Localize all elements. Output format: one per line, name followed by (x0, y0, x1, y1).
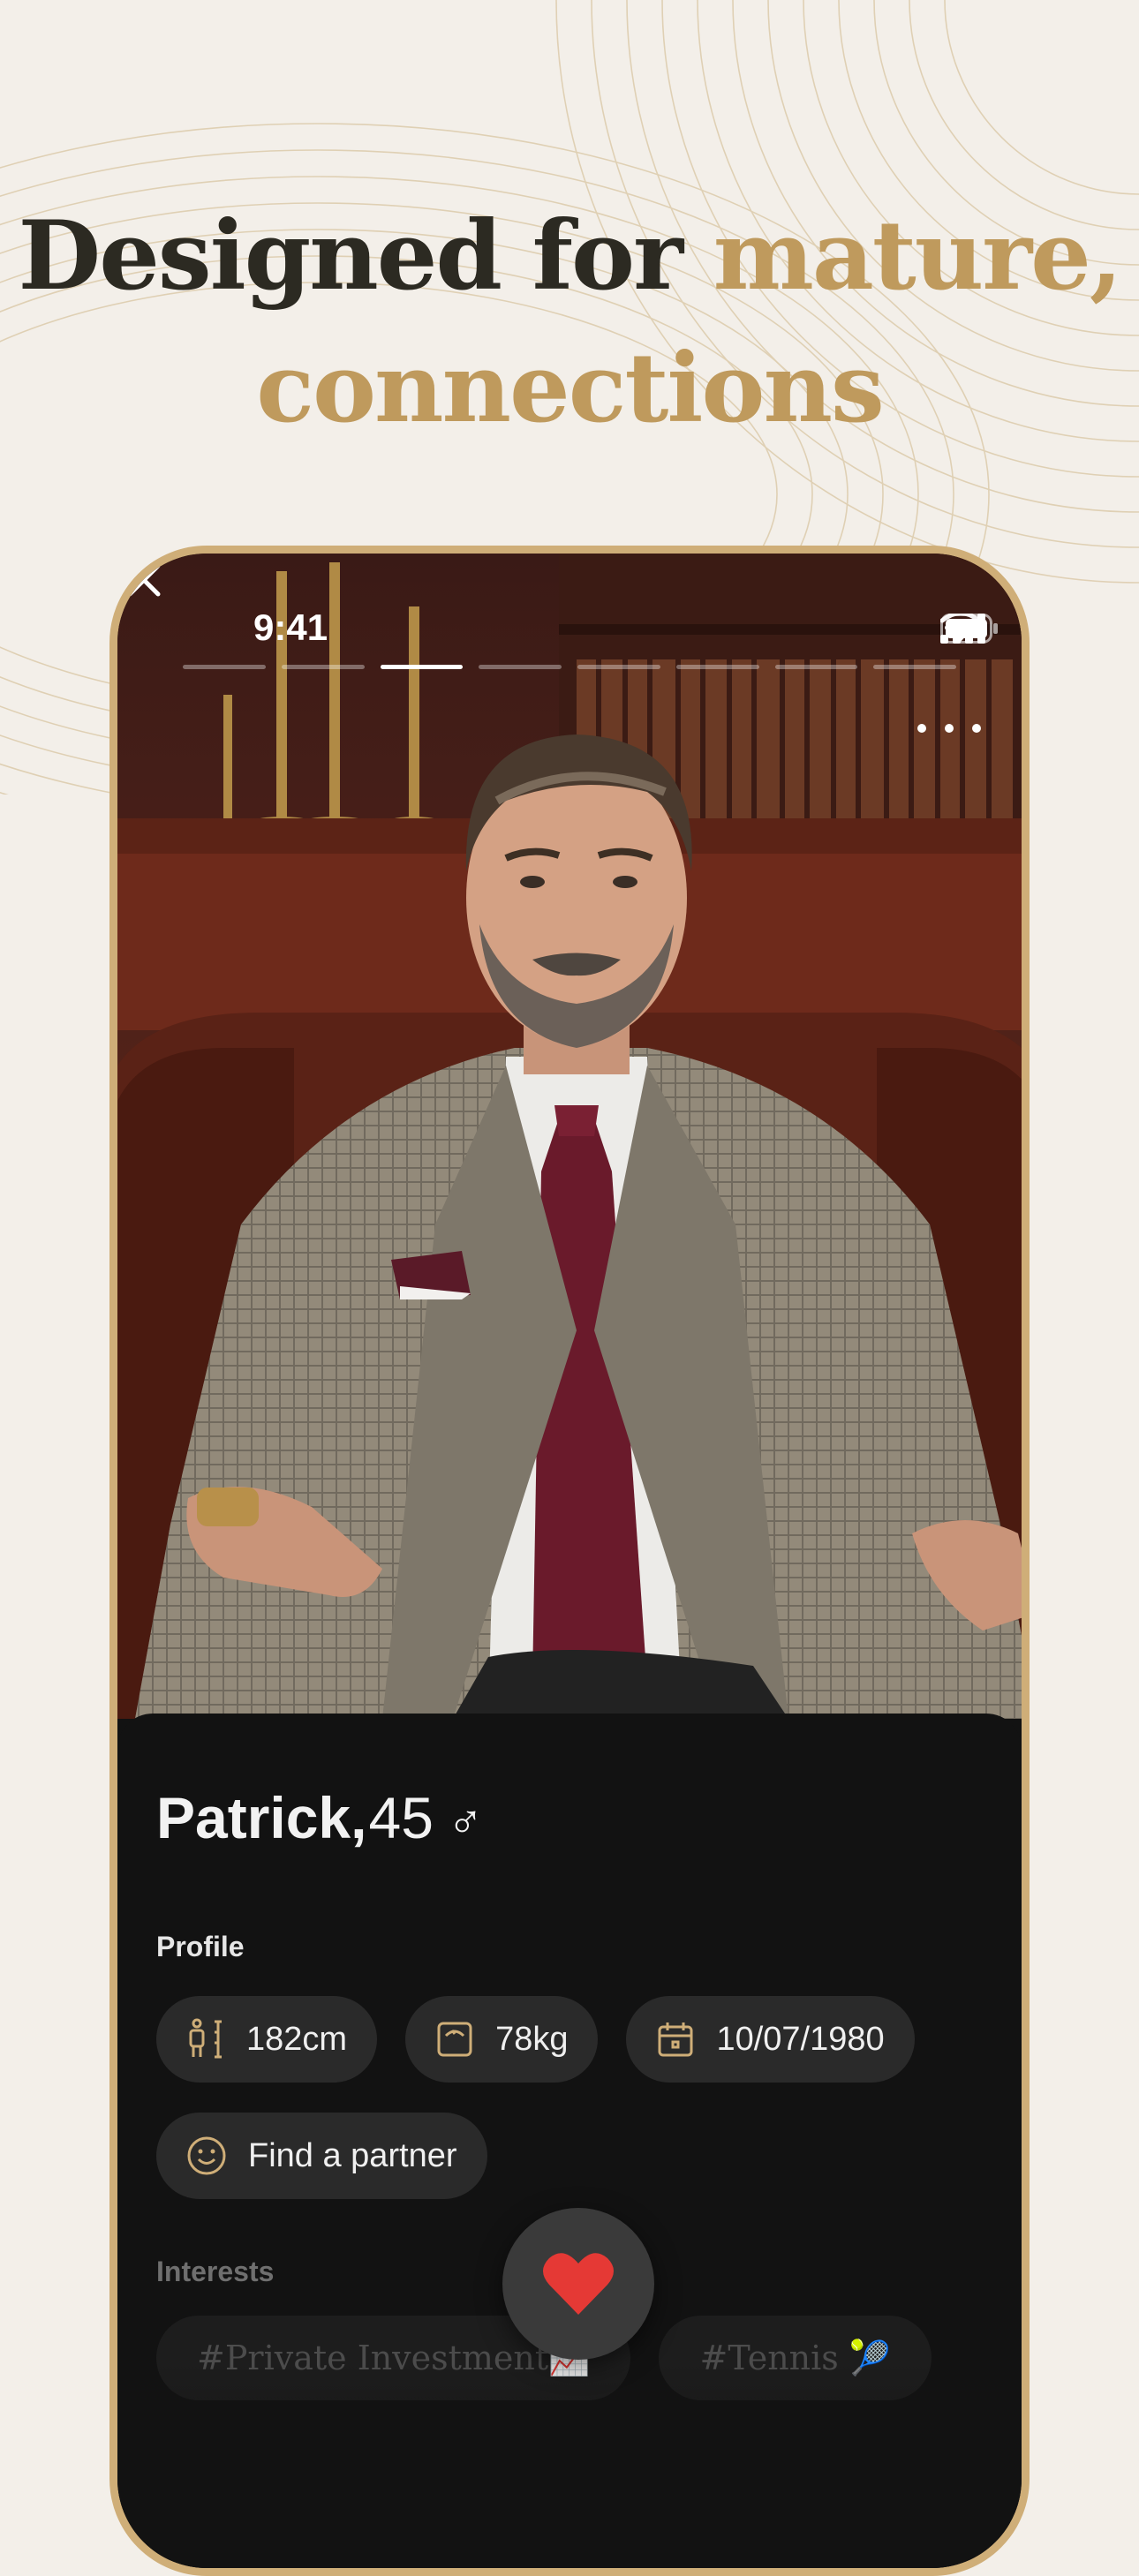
profile-chips-row-1: 182cm 78kg 10/07/1980 (156, 1996, 915, 2083)
status-time: 9:41 (253, 606, 328, 648)
profile-section-label: Profile (156, 1931, 245, 1962)
weight-scale-icon (437, 2022, 472, 2057)
progress-segment (774, 665, 858, 669)
progress-segment (873, 665, 956, 669)
progress-segment-active (380, 665, 464, 669)
battery-icon (940, 614, 998, 644)
birthdate-value: 10/07/1980 (716, 2020, 885, 2058)
gender-male-icon: ♂ (447, 1796, 484, 1849)
headline-line-2: connections (256, 333, 885, 444)
more-dot (972, 724, 981, 733)
close-icon[interactable] (117, 554, 170, 606)
progress-segment (479, 665, 562, 669)
progress-segment (281, 665, 365, 669)
headline-gold-text: mature, (713, 200, 1123, 312)
birthdate-chip: 10/07/1980 (626, 1996, 915, 2083)
profile-name: Patrick, (156, 1785, 367, 1850)
interests-label: Interests (156, 2256, 275, 2287)
height-value: 182cm (246, 2020, 348, 2058)
headline-dark-text: Designed for (18, 200, 713, 312)
goal-chip: Find a partner (156, 2113, 487, 2199)
weight-chip: 78kg (405, 1996, 599, 2083)
profile-age: 45 (368, 1785, 434, 1850)
more-horizontal-icon[interactable] (917, 711, 981, 746)
more-dot (945, 724, 954, 733)
progress-segment (577, 665, 660, 669)
calendar-icon (658, 2022, 693, 2057)
heart-icon (543, 2253, 614, 2315)
smile-icon (187, 2136, 226, 2175)
like-button[interactable] (502, 2208, 654, 2360)
goal-value: Find a partner (248, 2136, 457, 2174)
profile-photo-illustration (117, 554, 1022, 1719)
height-icon (189, 2018, 222, 2059)
progress-segment (183, 665, 266, 669)
headline: Designed for mature, connections (0, 190, 1139, 455)
height-chip: 182cm (156, 1996, 378, 2083)
more-dot (917, 724, 926, 733)
progress-segment (675, 665, 759, 669)
profile-photo[interactable]: 9:41 (117, 554, 1022, 1719)
story-progress (183, 665, 956, 669)
phone-frame: 9:41 Patrick, 45 ♂ Profile 182cm 78kg 10… (109, 546, 1030, 2576)
weight-value: 78kg (495, 2020, 569, 2058)
profile-name-row: Patrick, 45 ♂ (156, 1784, 483, 1851)
profile-chips-row-2: Find a partner (156, 2113, 487, 2199)
bottom-fade (117, 2363, 1022, 2568)
